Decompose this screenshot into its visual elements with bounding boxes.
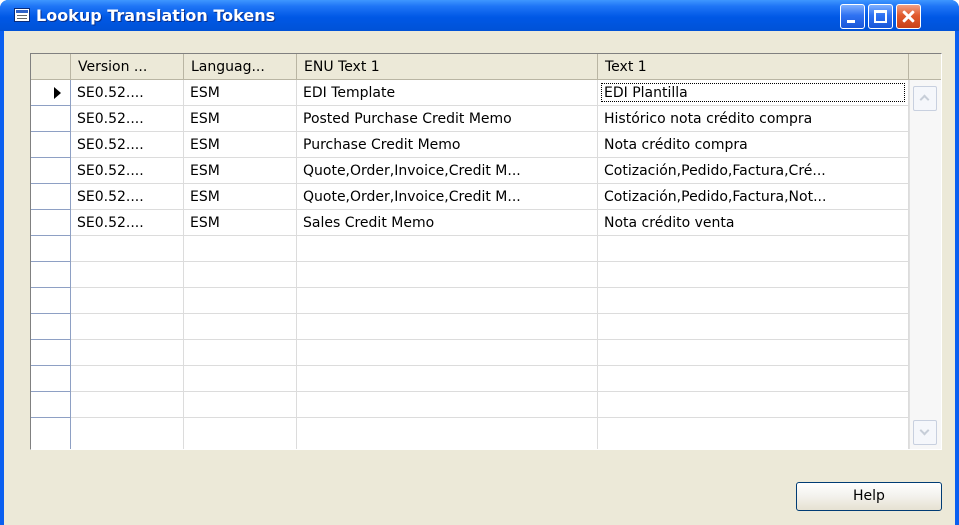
row-selector[interactable] [31,236,71,262]
row-selector[interactable] [31,418,71,449]
enu-text-cell[interactable]: Posted Purchase Credit Memo [297,106,598,132]
empty-grid-cell[interactable] [71,418,184,449]
column-header-language[interactable]: Languag... [184,54,297,80]
version-cell[interactable]: SE0.52.... [71,184,184,210]
minimize-icon [847,20,855,23]
version-cell[interactable]: SE0.52.... [71,210,184,236]
empty-grid-cell[interactable] [184,392,297,418]
row-selector[interactable] [31,184,71,210]
chevron-up-icon [919,94,930,105]
row-selector[interactable] [31,340,71,366]
language-cell[interactable]: ESM [184,210,297,236]
enu-text-cell[interactable]: Quote,Order,Invoice,Credit M... [297,184,598,210]
empty-grid-cell[interactable] [297,314,598,340]
empty-grid-cell[interactable] [297,340,598,366]
empty-grid-cell[interactable] [598,340,909,366]
translated-text-cell[interactable]: Nota crédito compra [598,132,909,158]
translated-text-cell[interactable]: Cotización,Pedido,Factura,Cré... [598,158,909,184]
chevron-down-icon [919,425,930,436]
translated-text-cell[interactable]: EDI Plantilla [598,80,909,106]
empty-grid-cell[interactable] [71,314,184,340]
empty-grid-cell[interactable] [598,314,909,340]
language-cell[interactable]: ESM [184,158,297,184]
empty-grid-cell[interactable] [297,236,598,262]
empty-grid-cell[interactable] [71,340,184,366]
empty-grid-cell[interactable] [297,288,598,314]
row-selector-header [31,54,71,80]
row-selector[interactable] [31,262,71,288]
row-selector[interactable] [31,314,71,340]
empty-grid-cell[interactable] [297,392,598,418]
empty-grid-cell[interactable] [598,236,909,262]
language-cell[interactable]: ESM [184,80,297,106]
enu-text-cell[interactable]: Quote,Order,Invoice,Credit M... [297,158,598,184]
empty-grid-cell[interactable] [184,366,297,392]
empty-grid-cell[interactable] [184,262,297,288]
lookup-window: Lookup Translation Tokens Version ... La… [0,0,959,525]
row-selector[interactable] [31,80,71,106]
version-cell[interactable]: SE0.52.... [71,80,184,106]
empty-grid-cell[interactable] [71,262,184,288]
empty-grid-cell[interactable] [297,262,598,288]
row-selector[interactable] [31,366,71,392]
empty-grid-cell[interactable] [598,366,909,392]
translation-token-grid[interactable]: Version ... Languag... ENU Text 1 Text 1… [30,53,942,450]
maximize-icon [874,10,887,23]
row-selector[interactable] [31,392,71,418]
grid-header-row: Version ... Languag... ENU Text 1 Text 1 [31,54,941,80]
row-selector[interactable] [31,210,71,236]
empty-grid-cell[interactable] [184,314,297,340]
scroll-down-button[interactable] [913,420,937,445]
title-bar[interactable]: Lookup Translation Tokens [0,0,959,31]
maximize-button[interactable] [868,4,893,29]
row-selector[interactable] [31,288,71,314]
minimize-button[interactable] [840,4,865,29]
empty-grid-cell[interactable] [184,340,297,366]
language-cell[interactable]: ESM [184,184,297,210]
scroll-up-button[interactable] [913,86,937,111]
empty-grid-cell[interactable] [184,418,297,449]
empty-grid-cell[interactable] [71,288,184,314]
translated-text-cell[interactable]: Nota crédito venta [598,210,909,236]
translated-text-cell[interactable]: Cotización,Pedido,Factura,Not... [598,184,909,210]
empty-grid-cell[interactable] [598,288,909,314]
empty-grid-cell[interactable] [71,236,184,262]
translated-text-cell[interactable]: Histórico nota crédito compra [598,106,909,132]
scroll-header-corner [909,54,941,80]
row-selector[interactable] [31,132,71,158]
column-header-version[interactable]: Version ... [71,54,184,80]
column-header-enu-text-1[interactable]: ENU Text 1 [297,54,598,80]
row-selector[interactable] [31,106,71,132]
column-header-text-1[interactable]: Text 1 [598,54,909,80]
enu-text-cell[interactable]: Sales Credit Memo [297,210,598,236]
empty-grid-cell[interactable] [184,236,297,262]
window-title: Lookup Translation Tokens [36,6,276,25]
close-icon [897,5,920,28]
table-icon [14,8,30,22]
empty-grid-cell[interactable] [71,366,184,392]
language-cell[interactable]: ESM [184,106,297,132]
enu-text-cell[interactable]: Purchase Credit Memo [297,132,598,158]
empty-grid-cell[interactable] [598,262,909,288]
empty-grid-cell[interactable] [184,288,297,314]
close-button[interactable] [896,4,921,29]
empty-grid-cell[interactable] [71,392,184,418]
enu-text-cell[interactable]: EDI Template [297,80,598,106]
language-cell[interactable]: ESM [184,132,297,158]
version-cell[interactable]: SE0.52.... [71,158,184,184]
empty-grid-cell[interactable] [297,418,598,449]
version-cell[interactable]: SE0.52.... [71,132,184,158]
vertical-scrollbar[interactable] [909,80,941,449]
empty-grid-cell[interactable] [598,418,909,449]
empty-grid-cell[interactable] [297,366,598,392]
row-selector[interactable] [31,158,71,184]
version-cell[interactable]: SE0.52.... [71,106,184,132]
help-button[interactable]: Help [796,482,942,511]
empty-grid-cell[interactable] [598,392,909,418]
